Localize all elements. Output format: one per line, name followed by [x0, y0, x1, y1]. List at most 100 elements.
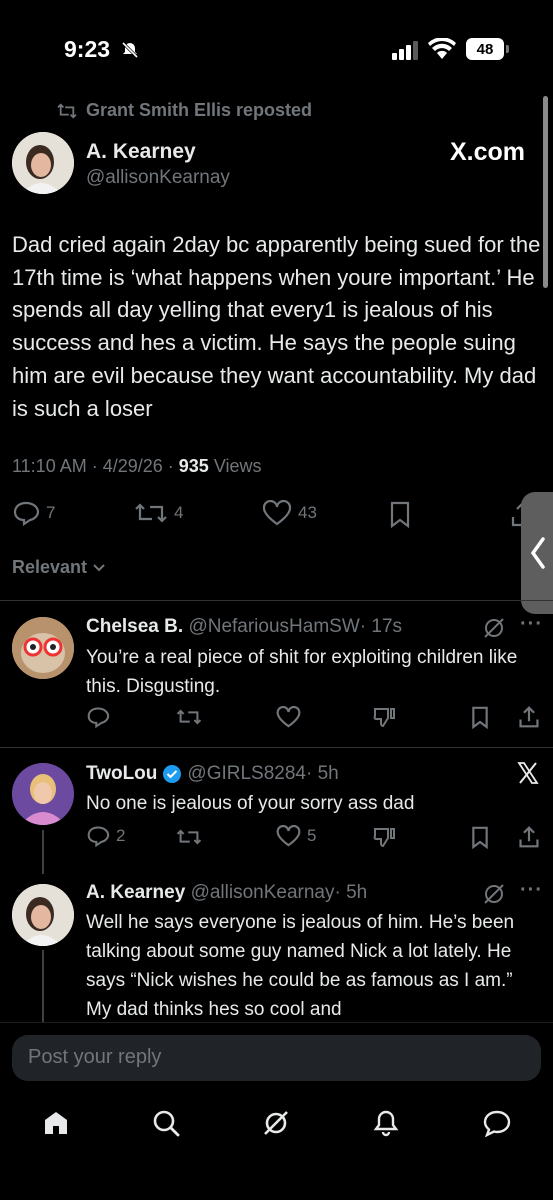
reply-count: 7	[46, 503, 56, 522]
reply-composer: Post your reply	[0, 1022, 553, 1093]
author-handle[interactable]: @allisonKearnay	[86, 167, 230, 189]
status-bar: 9:23 48	[0, 0, 553, 90]
like-icon	[276, 825, 301, 847]
reply-time: · 5h	[305, 763, 339, 784]
share-icon	[518, 825, 540, 849]
reply-icon	[86, 706, 110, 728]
like-icon	[276, 706, 301, 728]
sort-label: Relevant	[12, 557, 88, 577]
scrollbar[interactable]	[543, 96, 548, 288]
x-logo-icon[interactable]	[516, 761, 540, 785]
author-avatar[interactable]	[12, 132, 74, 194]
like-count: 43	[298, 503, 317, 522]
reply-action-share[interactable]	[518, 825, 540, 849]
reply-action-reply[interactable]: 2	[86, 825, 125, 847]
repost-icon	[176, 706, 202, 728]
verified-icon	[162, 764, 182, 784]
reply-icon	[12, 500, 40, 526]
reply-input-placeholder: Post your reply	[28, 1046, 162, 1068]
reply-time: · 17s	[359, 616, 403, 637]
chevron-down-icon	[92, 563, 106, 573]
battery-level: 48	[476, 40, 494, 58]
bookmark-button[interactable]	[388, 500, 412, 528]
reply-action-like[interactable]	[276, 706, 301, 728]
tweet-meta: 11:10 AM · 4/29/26 · 935 Views	[12, 456, 262, 477]
home-icon	[42, 1109, 70, 1137]
reply-action-bookmark[interactable]	[470, 825, 490, 849]
reply-action-repost[interactable]	[176, 826, 202, 848]
repost-icon	[134, 500, 168, 526]
x-com-watermark: X.com	[450, 138, 526, 166]
side-panel-handle[interactable]	[521, 492, 553, 614]
bookmark-icon	[470, 705, 490, 729]
bookmark-icon	[470, 825, 490, 849]
chevron-left-icon	[529, 536, 547, 570]
wifi-icon	[428, 38, 456, 60]
reply-item[interactable]: TwoLou @GIRLS8284· 5h No one is jealous …	[0, 748, 553, 878]
notifications-tab[interactable]	[372, 1109, 400, 1137]
more-icon[interactable]: ···	[520, 613, 543, 636]
grok-icon[interactable]	[482, 616, 506, 640]
downvote-icon	[372, 706, 396, 728]
reply-item[interactable]: A. Kearney @allisonKearnay· 5h ··· Well …	[0, 878, 553, 1022]
bookmark-icon	[388, 500, 412, 528]
reply-author-handle[interactable]: @NefariousHamSW	[188, 616, 359, 637]
repost-button[interactable]: 4	[134, 500, 183, 526]
reply-text: You’re a real piece of shit for exploiti…	[86, 647, 518, 697]
reply-time: · 5h	[334, 882, 368, 903]
repost-icon	[56, 102, 78, 120]
repost-indicator[interactable]: Grant Smith Ellis reposted	[56, 100, 312, 121]
sort-dropdown[interactable]: Relevant	[12, 557, 106, 578]
reply-author-name[interactable]: A. Kearney	[86, 882, 185, 903]
like-icon	[262, 500, 292, 526]
tweet-body: Dad cried again 2day bc apparently being…	[12, 232, 541, 421]
reply-input[interactable]: Post your reply	[12, 1035, 541, 1081]
reply-author-name[interactable]: TwoLou	[86, 763, 157, 785]
author-name[interactable]: A. Kearney	[86, 140, 196, 164]
reply-author-name[interactable]: Chelsea B.	[86, 616, 183, 637]
reply-avatar[interactable]	[12, 763, 74, 825]
search-tab[interactable]	[152, 1109, 180, 1137]
reply-action-reply[interactable]	[86, 706, 110, 728]
signal-icon	[392, 40, 420, 60]
like-button[interactable]: 43	[262, 500, 317, 526]
grok-icon	[262, 1109, 290, 1137]
reply-author-handle[interactable]: @GIRLS8284	[187, 763, 306, 784]
reply-header: TwoLou @GIRLS8284· 5h	[86, 763, 339, 785]
reply-icon	[86, 825, 110, 847]
search-icon	[152, 1109, 180, 1137]
repost-icon	[176, 826, 202, 848]
views-count[interactable]: 935	[179, 456, 209, 476]
reply-button[interactable]: 7	[12, 500, 55, 526]
downvote-icon	[372, 826, 396, 848]
bell-icon	[372, 1109, 400, 1137]
like-count: 5	[307, 826, 317, 845]
reply-action-share[interactable]	[518, 705, 540, 729]
reply-avatar[interactable]	[12, 884, 74, 946]
tweet-timestamp: 11:10 AM · 4/29/26 ·	[12, 456, 179, 476]
reply-action-downvote[interactable]	[372, 826, 396, 848]
reply-action-like[interactable]: 5	[276, 825, 316, 847]
grok-icon[interactable]	[482, 882, 506, 906]
reply-action-downvote[interactable]	[372, 706, 396, 728]
reply-count: 2	[116, 826, 126, 845]
repost-text: Grant Smith Ellis reposted	[86, 100, 313, 120]
reply-action-repost[interactable]	[176, 706, 202, 728]
status-time: 9:23	[64, 36, 111, 62]
reply-item[interactable]: Chelsea B. @NefariousHamSW· 17s ··· You’…	[0, 601, 553, 747]
silent-mode-icon	[120, 40, 140, 60]
grok-tab[interactable]	[262, 1109, 290, 1137]
messages-icon	[482, 1109, 512, 1137]
thread-line	[42, 830, 44, 874]
reply-header: A. Kearney @allisonKearnay· 5h	[86, 882, 367, 904]
reply-text: Well he says everyone is jealous of him.…	[86, 912, 515, 1020]
reply-avatar[interactable]	[12, 617, 74, 679]
more-icon[interactable]: ···	[520, 879, 543, 902]
reply-action-bookmark[interactable]	[470, 705, 490, 729]
home-tab[interactable]	[42, 1109, 70, 1137]
battery-icon: 48	[466, 38, 504, 60]
messages-tab[interactable]	[482, 1109, 512, 1137]
share-icon	[518, 705, 540, 729]
reply-author-handle[interactable]: @allisonKearnay	[191, 882, 335, 903]
repost-count: 4	[174, 503, 184, 522]
